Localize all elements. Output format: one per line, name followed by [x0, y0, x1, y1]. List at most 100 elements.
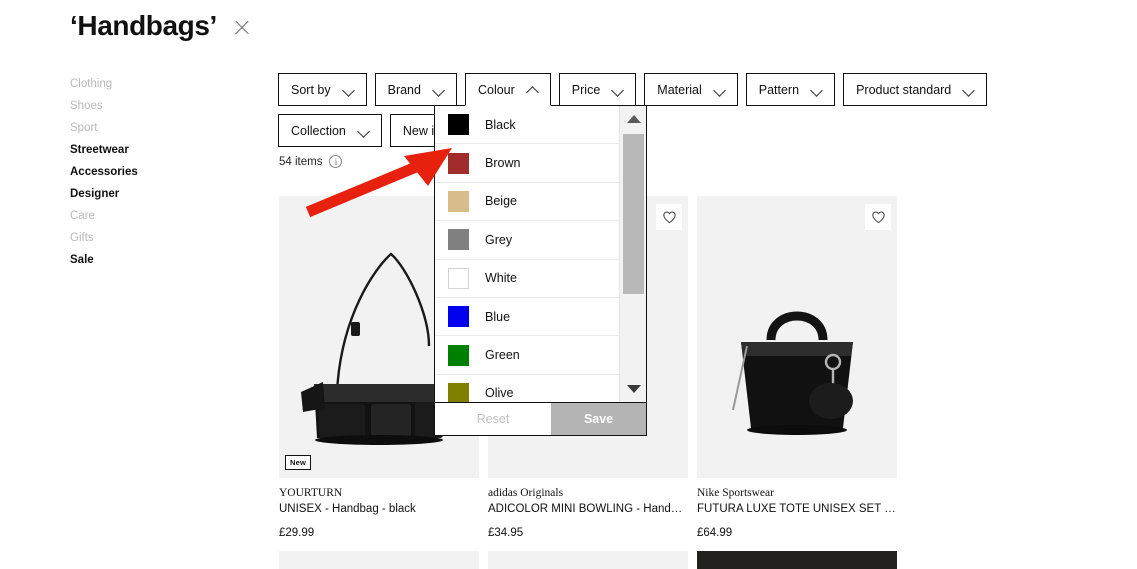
filter-chip-price[interactable]: Price: [558, 73, 637, 106]
filter-chip-product-standard[interactable]: Product standard: [843, 73, 988, 106]
colour-swatch-icon: [448, 190, 469, 212]
scroll-down-arrow-icon[interactable]: [620, 376, 646, 402]
colour-swatch-icon: [448, 152, 469, 174]
product-row-2: [279, 551, 897, 569]
sidebar-item-sale[interactable]: Sale: [70, 249, 220, 271]
save-button[interactable]: Save: [551, 403, 647, 435]
colour-option-black[interactable]: Black: [435, 106, 619, 145]
chevron-down-icon: [433, 86, 444, 93]
close-icon[interactable]: [233, 19, 251, 37]
filter-chip-brand[interactable]: Brand: [374, 73, 457, 106]
product-thumbnail[interactable]: [697, 551, 897, 569]
reset-button[interactable]: Reset: [435, 403, 552, 435]
product-name: UNISEX - Handbag - black: [279, 503, 416, 515]
product-brand: YOURTURN: [279, 487, 343, 499]
chevron-down-icon: [811, 86, 822, 93]
page-header: ‘Handbags’: [70, 10, 251, 42]
colour-option-label: Beige: [485, 194, 517, 209]
colour-swatch-icon: [448, 344, 469, 366]
product-listing-page: ‘Handbags’ Clothing Shoes Sport Streetwear A…: [0, 0, 1137, 569]
filter-chip-colour[interactable]: Colour: [464, 73, 551, 106]
sidebar-item-gifts[interactable]: Gifts: [70, 227, 220, 249]
list-item[interactable]: [697, 551, 897, 569]
colour-option-olive[interactable]: Olive: [435, 374, 619, 402]
sidebar-item-streetwear[interactable]: Streetwear: [70, 139, 220, 161]
product-brand: adidas Originals: [488, 487, 564, 499]
filter-chip-material[interactable]: Material: [644, 73, 738, 106]
status-badge: New: [285, 455, 312, 470]
scroll-up-arrow-icon[interactable]: [620, 106, 646, 132]
colour-swatch-icon: [448, 229, 469, 251]
colour-option-blue[interactable]: Blue: [435, 297, 619, 337]
product-meta: adidas Originals ADICOLOR MINI BOWLING - …: [488, 478, 688, 539]
colour-option-label: Grey: [485, 232, 513, 247]
product-thumbnail[interactable]: [697, 196, 897, 478]
colour-option-green[interactable]: Green: [435, 336, 619, 375]
page-title: ‘Handbags’: [70, 10, 217, 41]
product-price: £64.99: [697, 527, 733, 539]
sidebar-item-clothing[interactable]: Clothing: [70, 73, 220, 95]
colour-option-label: Blue: [485, 309, 511, 324]
filter-chip-sort-by[interactable]: Sort by: [278, 73, 367, 106]
colour-swatch-icon: [448, 306, 469, 328]
heart-outline-icon[interactable]: [865, 204, 891, 230]
chevron-down-icon: [358, 127, 369, 134]
category-sidebar: Clothing Shoes Sport Streetwear Accessories D…: [70, 73, 220, 271]
colour-option-label: White: [485, 271, 517, 286]
sidebar-item-designer[interactable]: Designer: [70, 183, 220, 205]
chevron-up-icon: [527, 86, 538, 93]
item-count-label: 54 items: [279, 155, 323, 168]
filter-chip-label: Pattern: [758, 82, 800, 97]
chevron-down-icon: [612, 86, 623, 93]
filter-chip-label: Material: [657, 82, 702, 97]
filter-chip-label: Price: [571, 82, 601, 97]
filter-row-primary: Sort by Brand Colour Price Material Pattern Pr…: [278, 73, 988, 106]
colour-option-label: Green: [485, 348, 520, 363]
list-item[interactable]: [488, 551, 688, 569]
dropdown-scrollbar[interactable]: [619, 106, 646, 402]
colour-option-grey[interactable]: Grey: [435, 221, 619, 260]
colour-option-white[interactable]: White: [435, 259, 619, 298]
colour-option-label: Brown: [485, 156, 521, 171]
filter-chip-pattern[interactable]: Pattern: [745, 73, 836, 106]
scrollbar-thumb[interactable]: [623, 134, 644, 294]
product-price: £29.99: [279, 527, 315, 539]
colour-swatch-icon: [448, 382, 469, 402]
product-card[interactable]: Nike Sportswear FUTURA LUXE TOTE UNISEX S…: [697, 196, 897, 539]
colour-option-brown[interactable]: Brown: [435, 144, 619, 183]
filter-chip-label: Product standard: [856, 82, 952, 97]
product-brand: Nike Sportswear: [697, 487, 774, 499]
colour-dropdown-body: Black Brown Beige Grey White Blue Green Olive: [435, 106, 646, 402]
list-item[interactable]: [279, 551, 479, 569]
filter-chip-label: Collection: [291, 123, 346, 138]
filter-chip-label: Sort by: [291, 82, 331, 97]
product-thumbnail[interactable]: [279, 551, 479, 569]
sidebar-item-shoes[interactable]: Shoes: [70, 95, 220, 117]
sidebar-item-sport[interactable]: Sport: [70, 117, 220, 139]
results-count: 54 items i: [279, 155, 343, 168]
product-price: £34.95: [488, 527, 524, 539]
colour-filter-dropdown: Black Brown Beige Grey White Blue Green Olive R…: [434, 105, 647, 436]
triangle-down-glyph: [626, 385, 641, 393]
product-meta: Nike Sportswear FUTURA LUXE TOTE UNISEX S…: [697, 478, 897, 539]
colour-swatch-icon: [448, 267, 469, 289]
chevron-down-icon: [963, 86, 974, 93]
chevron-down-icon: [343, 86, 354, 93]
sidebar-item-care[interactable]: Care: [70, 205, 220, 227]
filter-chip-label: Brand: [387, 82, 421, 97]
product-thumbnail[interactable]: [488, 551, 688, 569]
filter-chip-collection[interactable]: Collection: [278, 114, 382, 147]
colour-swatch-icon: [448, 114, 469, 136]
sidebar-item-accessories[interactable]: Accessories: [70, 161, 220, 183]
heart-outline-icon[interactable]: [656, 204, 682, 230]
colour-option-label: Olive: [485, 386, 514, 401]
colour-option-beige[interactable]: Beige: [435, 182, 619, 222]
product-name: ADICOLOR MINI BOWLING - Handbag - b…: [488, 503, 688, 515]
info-icon[interactable]: i: [329, 155, 343, 168]
colour-option-list: Black Brown Beige Grey White Blue Green Olive: [435, 106, 619, 402]
dropdown-footer: Reset Save: [435, 402, 647, 435]
filter-chip-label: Colour: [477, 82, 515, 97]
colour-option-label: Black: [485, 117, 516, 132]
chevron-down-icon: [714, 86, 725, 93]
product-name: FUTURA LUXE TOTE UNISEX SET - Hand…: [697, 503, 897, 515]
